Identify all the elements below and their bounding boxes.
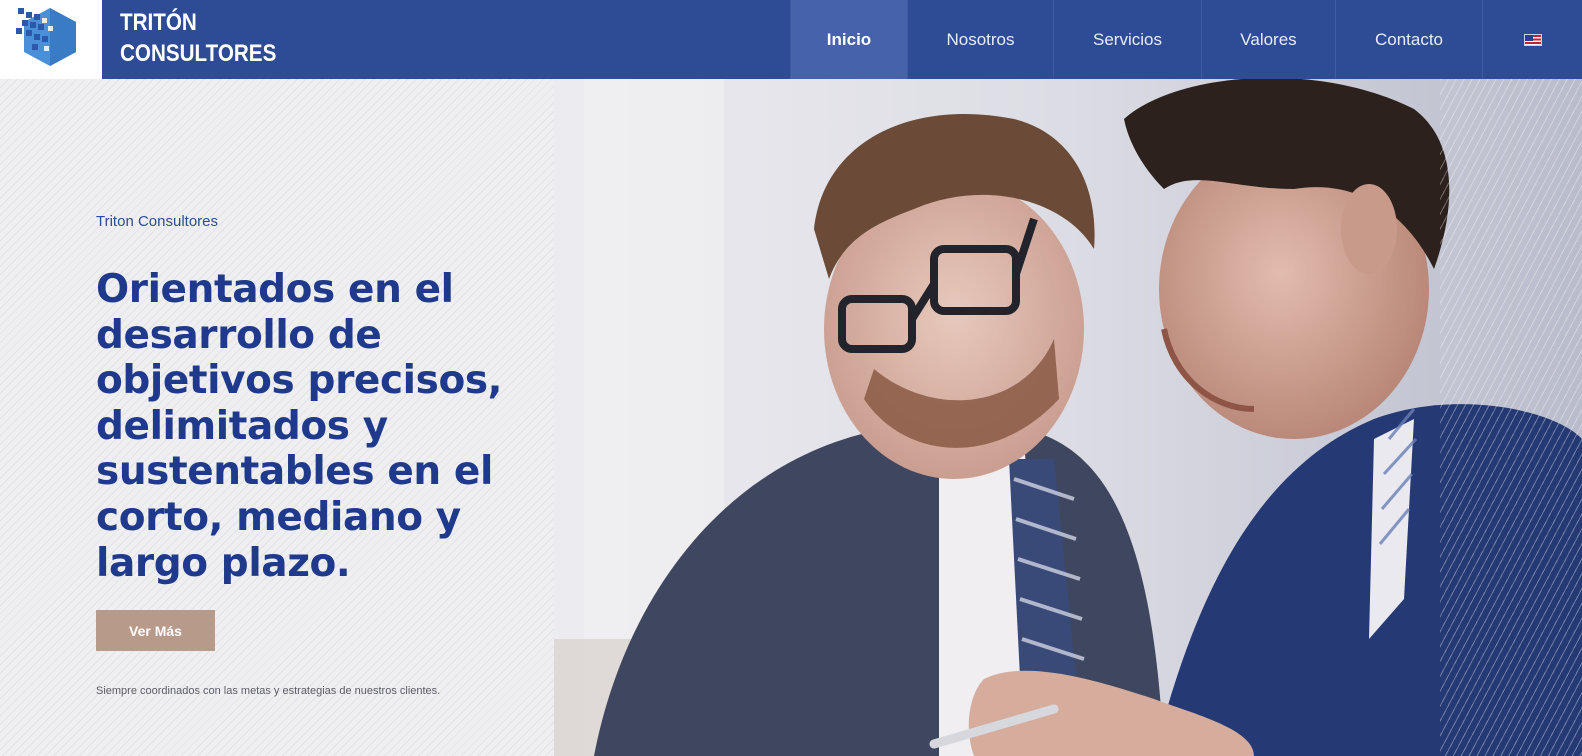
hero-eyebrow: Triton Consultores xyxy=(96,213,218,230)
hero-photo xyxy=(554,79,1582,756)
main-nav: Inicio Nosotros Servicios Valores Contac… xyxy=(790,0,1582,79)
site-header: TRITÓN CONSULTORES Inicio Nosotros Servi… xyxy=(0,0,1582,79)
hero-tagline: Siempre coordinados con las metas y estr… xyxy=(96,685,441,697)
nav-valores[interactable]: Valores xyxy=(1201,0,1335,79)
diagonal-stripe-overlay xyxy=(1440,79,1582,756)
nav-servicios[interactable]: Servicios xyxy=(1053,0,1201,79)
ver-mas-button[interactable]: Ver Más xyxy=(96,610,215,651)
nav-nosotros[interactable]: Nosotros xyxy=(907,0,1053,79)
hexagon-pixel-logo-icon xyxy=(16,8,76,66)
brand-name: TRITÓN CONSULTORES xyxy=(120,7,276,69)
brand-line-1: TRITÓN xyxy=(120,9,197,36)
language-switch[interactable] xyxy=(1482,0,1582,79)
hero-headline: Orientados en el desarrollo de objetivos… xyxy=(96,267,503,586)
hero-text-panel: Triton Consultores Orientados en el desa… xyxy=(0,79,554,756)
brand-line-2: CONSULTORES xyxy=(120,40,277,67)
business-meeting-photo xyxy=(554,79,1582,756)
logo-link[interactable] xyxy=(0,0,102,79)
us-flag-icon xyxy=(1523,33,1542,46)
nav-inicio[interactable]: Inicio xyxy=(790,0,907,79)
nav-contacto[interactable]: Contacto xyxy=(1335,0,1482,79)
